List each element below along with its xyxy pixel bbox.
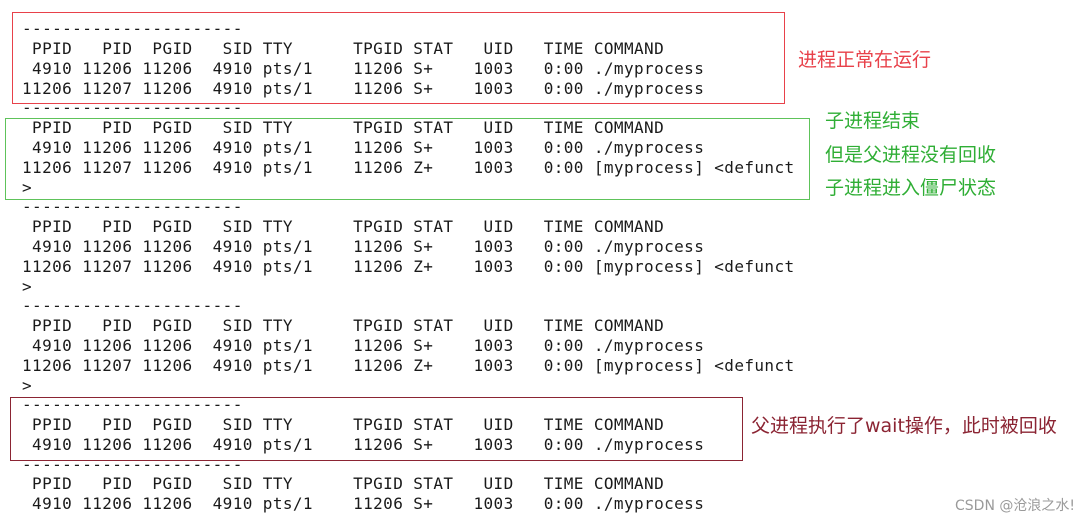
ps-header-row: PPID PID PGID SID TTY TPGID STAT UID TIM…	[22, 474, 665, 493]
prompt-line: >	[22, 376, 33, 395]
separator-line: ----------------------	[22, 197, 243, 216]
ps-row: 4910 11206 11206 4910 pts/1 11206 S+ 100…	[22, 336, 705, 355]
annotation-zombie-1: 子进程结束	[825, 110, 921, 132]
annotation-running: 进程正常在运行	[798, 49, 932, 71]
annotation-reaped: 父进程执行了wait操作，此时被回收	[751, 415, 1057, 437]
separator-line: ----------------------	[22, 296, 243, 315]
ps-header-row: PPID PID PGID SID TTY TPGID STAT UID TIM…	[22, 217, 665, 236]
ps-row: 4910 11206 11206 4910 pts/1 11206 S+ 100…	[22, 237, 705, 256]
ps-row: 11206 11207 11206 4910 pts/1 11206 Z+ 10…	[22, 257, 795, 276]
reaped-highlight-box	[10, 397, 743, 461]
annotation-zombie-3: 子进程进入僵尸状态	[825, 177, 997, 199]
csdn-watermark: CSDN @沧浪之水!	[955, 498, 1075, 514]
ps-header-row: PPID PID PGID SID TTY TPGID STAT UID TIM…	[22, 316, 665, 335]
zombie-highlight-box	[5, 118, 810, 200]
running-highlight-box	[12, 12, 785, 104]
ps-row: 11206 11207 11206 4910 pts/1 11206 Z+ 10…	[22, 356, 795, 375]
prompt-line: >	[22, 277, 33, 296]
annotation-zombie-2: 但是父进程没有回收	[825, 144, 997, 166]
ps-row: 4910 11206 11206 4910 pts/1 11206 S+ 100…	[22, 494, 705, 513]
